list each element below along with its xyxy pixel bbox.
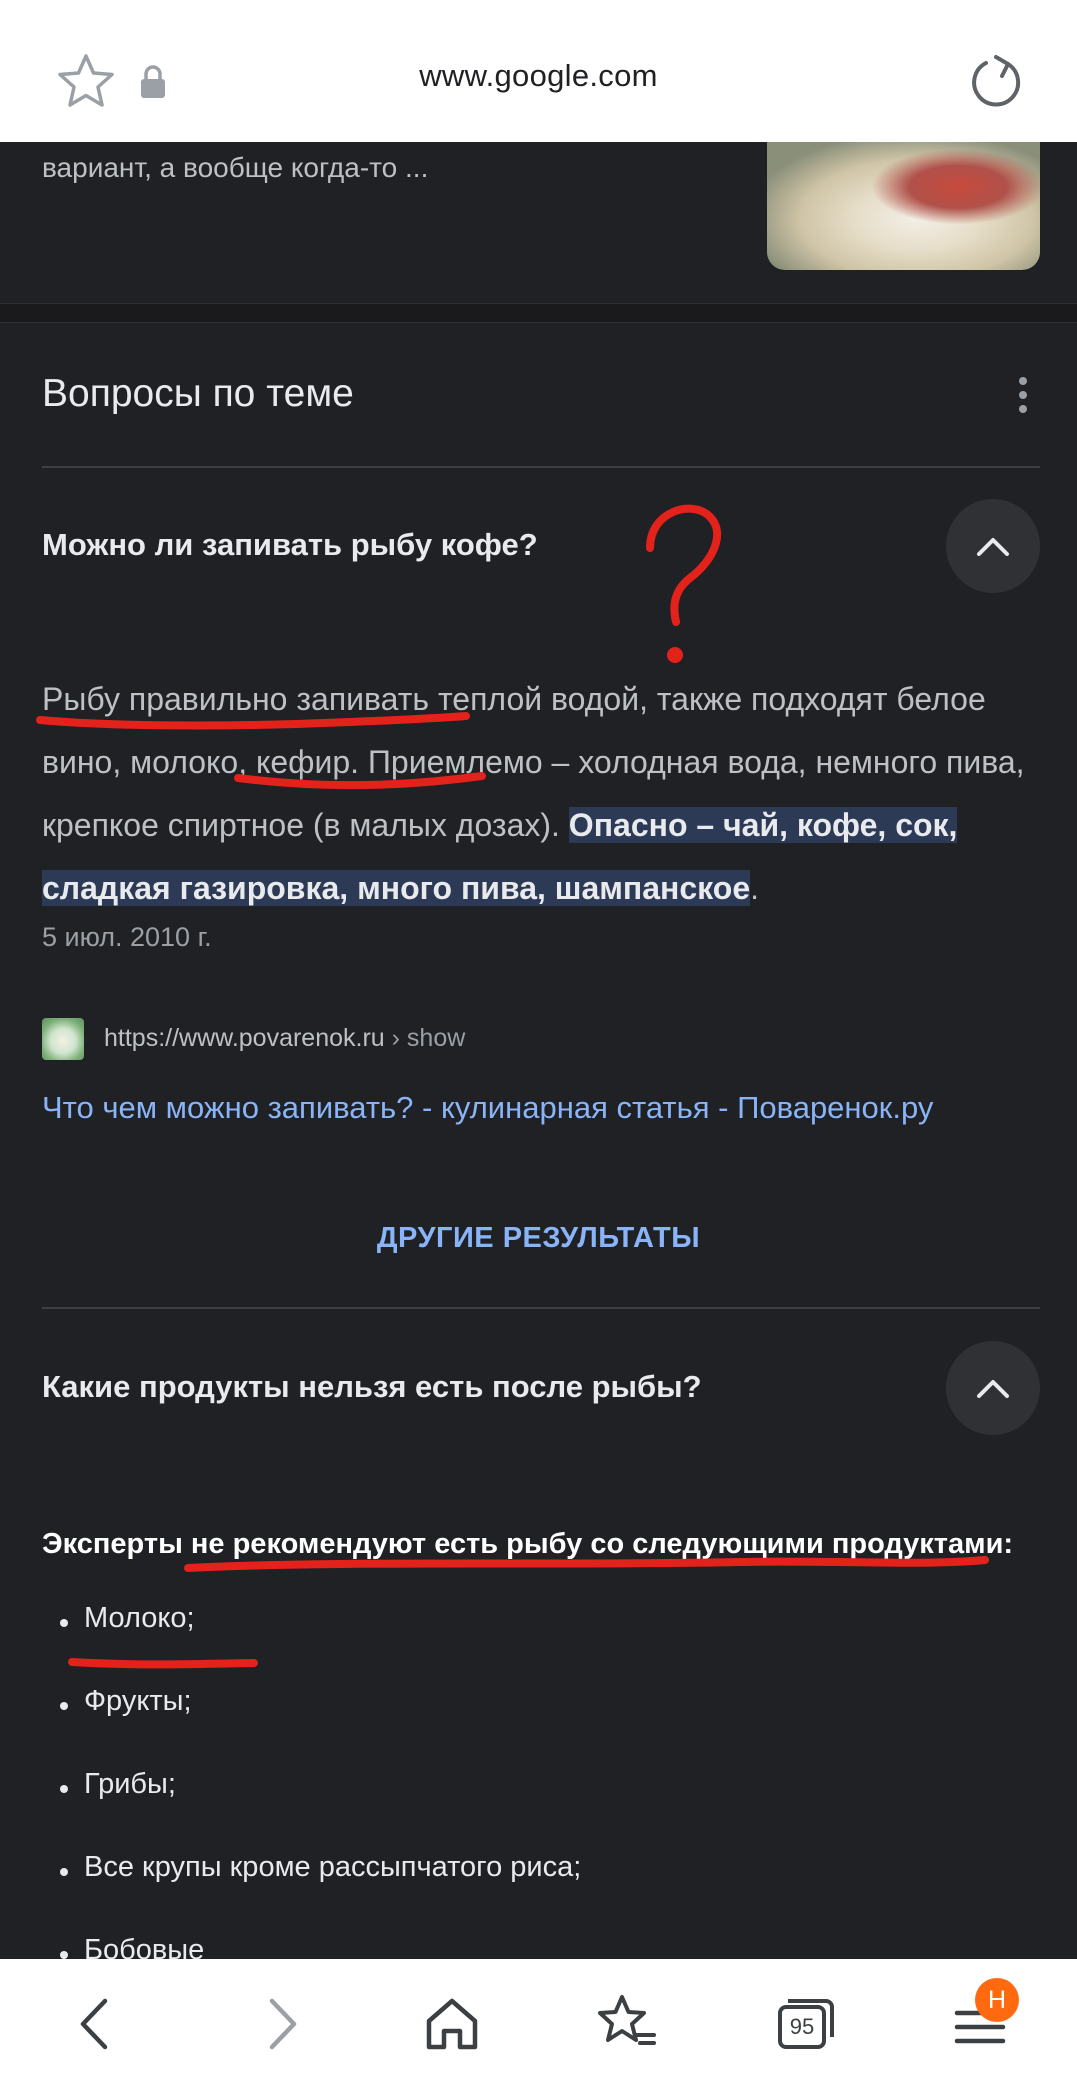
- tabs-button[interactable]: 95: [770, 1989, 840, 2059]
- list-item: Фрукты;: [42, 1685, 581, 1768]
- source-crumb: › show: [384, 1024, 466, 1052]
- menu-badge: H: [975, 1978, 1019, 2022]
- answer-date: 5 июл. 2010 г.: [42, 922, 212, 952]
- answer-2-lead: Эксперты не рекомендуют есть рыбу со сле…: [42, 1528, 1014, 1560]
- site-favicon-icon: [42, 1018, 84, 1060]
- bottom-navigation-bar: 95: [0, 1959, 1077, 2093]
- section-title: Вопросы по теме: [42, 372, 354, 415]
- divider: [42, 1307, 1040, 1309]
- underline-annotation: [184, 1556, 989, 1572]
- bookmarks-icon[interactable]: [592, 1989, 662, 2059]
- result-thumbnail[interactable]: [767, 142, 1040, 270]
- chevron-up-icon: [977, 538, 1009, 556]
- url-field[interactable]: www.google.com: [0, 58, 1077, 94]
- more-results-button[interactable]: ДРУГИЕ РЕЗУЛЬТАТЫ: [0, 1222, 1077, 1255]
- question-2[interactable]: Какие продукты нельзя есть после рыбы?: [42, 1369, 702, 1405]
- question-1[interactable]: Можно ли запивать рыбу кофе?: [42, 527, 538, 563]
- list-item: Грибы;: [42, 1768, 581, 1851]
- divider: [42, 466, 1040, 468]
- answer-2-list: Молоко; Фрукты; Грибы; Все крупы кроме р…: [42, 1602, 581, 2017]
- forward-icon[interactable]: [244, 1989, 314, 2059]
- source-title-link[interactable]: Что чем можно запивать? - кулинарная ста…: [42, 1090, 933, 1126]
- home-icon[interactable]: [417, 1989, 487, 2059]
- list-item: Молоко;: [42, 1602, 581, 1685]
- source-domain: https://www.povarenok.ru: [104, 1024, 385, 1052]
- collapse-button[interactable]: [946, 499, 1040, 593]
- tabs-count: 95: [789, 2014, 815, 2039]
- answer-end: .: [750, 870, 759, 906]
- browser-address-bar: www.google.com: [0, 0, 1077, 142]
- section-separator: [0, 303, 1077, 323]
- list-item: Все крупы кроме рассыпчатого риса;: [42, 1851, 581, 1934]
- chevron-up-icon: [977, 1380, 1009, 1398]
- more-options-icon[interactable]: [1008, 372, 1038, 422]
- source-url[interactable]: https://www.povarenok.ru › show: [104, 1024, 465, 1053]
- back-icon[interactable]: [63, 1989, 133, 2059]
- answer-1: Рыбу правильно запивать теплой водой, та…: [42, 668, 1032, 920]
- question-dot-annotation: [667, 647, 683, 663]
- reload-icon[interactable]: [966, 52, 1026, 112]
- question-mark-annotation: [646, 504, 722, 626]
- collapse-button[interactable]: [946, 1341, 1040, 1435]
- previous-result-snippet: вариант, а вообще когда-то ...: [42, 152, 429, 183]
